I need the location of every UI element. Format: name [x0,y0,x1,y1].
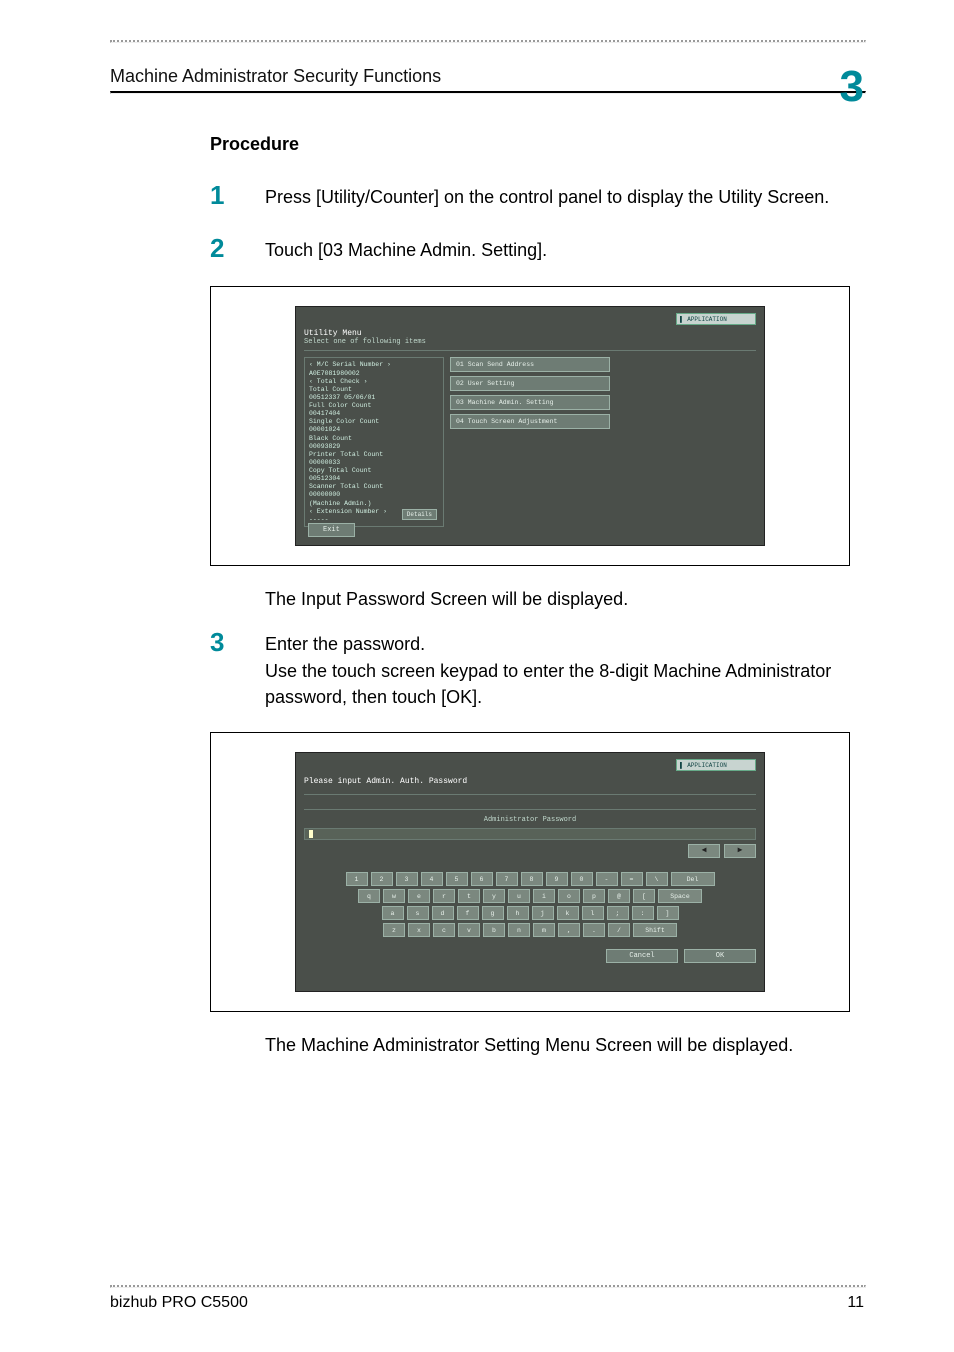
caption-after-step-3: The Machine Administrator Setting Menu S… [265,1032,864,1058]
key-][interactable]: ] [657,906,679,920]
key-s[interactable]: s [407,906,429,920]
key-c[interactable]: c [433,923,455,937]
step-1: 1 Press [Utility/Counter] on the control… [210,180,864,211]
key-j[interactable]: j [532,906,554,920]
key-f[interactable]: f [457,906,479,920]
lcd-subtitle: Select one of following items [304,338,756,351]
password-input[interactable] [304,828,756,840]
key-i[interactable]: i [533,889,555,903]
key-k[interactable]: k [557,906,579,920]
key-b[interactable]: b [483,923,505,937]
footer-product: bizhub PRO C5500 [110,1294,248,1312]
key-0[interactable]: 0 [571,872,593,886]
key-r[interactable]: r [433,889,455,903]
key-:[interactable]: : [632,906,654,920]
key-=[interactable]: = [621,872,643,886]
step-3: 3 Enter the password. Use the touch scre… [210,627,864,709]
step-text: Enter the password. Use the touch screen… [265,627,864,709]
key-z[interactable]: z [383,923,405,937]
section-title: Procedure [210,134,864,155]
key-1[interactable]: 1 [346,872,368,886]
key-7[interactable]: 7 [496,872,518,886]
menu-machine-admin-setting[interactable]: 03 Machine Admin. Setting [450,395,610,410]
key-del[interactable]: Del [671,872,715,886]
step-text: Touch [03 Machine Admin. Setting]. [265,233,547,263]
onscreen-keyboard: 1234567890-=\Del qwertyuiop@[Space asdfg… [304,872,756,937]
key-y[interactable]: y [483,889,505,903]
key-q[interactable]: q [358,889,380,903]
key-,[interactable]: , [558,923,580,937]
key-.[interactable]: . [583,923,605,937]
key-u[interactable]: u [508,889,530,903]
password-field-label: Administrator Password [304,816,756,828]
key-x[interactable]: x [408,923,430,937]
ok-button[interactable]: OK [684,949,756,963]
lcd-screen: ▌ APPLICATION Please input Admin. Auth. … [295,752,765,992]
key-3[interactable]: 3 [396,872,418,886]
footer-page-number: 11 [847,1294,864,1312]
step-number: 2 [210,233,265,264]
application-tab[interactable]: ▌ APPLICATION [676,759,756,771]
key-t[interactable]: t [458,889,480,903]
key-space[interactable]: Space [658,889,702,903]
key-;[interactable]: ; [607,906,629,920]
password-title: Please input Admin. Auth. Password [304,775,756,795]
key-shift[interactable]: Shift [633,923,677,937]
exit-button[interactable]: Exit [308,523,355,537]
key--[interactable]: - [596,872,618,886]
key-5[interactable]: 5 [446,872,468,886]
key-9[interactable]: 9 [546,872,568,886]
cancel-button[interactable]: Cancel [606,949,678,963]
key-\[interactable]: \ [646,872,668,886]
lcd-title: Utility Menu [304,329,756,338]
key-m[interactable]: m [533,923,555,937]
key-o[interactable]: o [558,889,580,903]
machine-info-sidebar: ‹ M/C Serial Number › A0E7081980002 ‹ To… [304,357,444,527]
key-p[interactable]: p [583,889,605,903]
key-4[interactable]: 4 [421,872,443,886]
caret-right-button[interactable]: ▶ [724,844,756,858]
menu-user-setting[interactable]: 02 User Setting [450,376,610,391]
step-number: 1 [210,180,265,211]
menu-scan-send-address[interactable]: 01 Scan Send Address [450,357,610,372]
key-a[interactable]: a [382,906,404,920]
key-[[interactable]: [ [633,889,655,903]
menu-touch-screen-adjustment[interactable]: 04 Touch Screen Adjustment [450,414,610,429]
application-tab[interactable]: ▌ APPLICATION [676,313,756,325]
key-h[interactable]: h [507,906,529,920]
key-l[interactable]: l [582,906,604,920]
screenshot-password-screen: ▌ APPLICATION Please input Admin. Auth. … [210,732,850,1012]
lcd-screen: ▌ APPLICATION Utility Menu Select one of… [295,306,765,546]
key-w[interactable]: w [383,889,405,903]
details-button[interactable]: Details [402,509,437,521]
running-header: Machine Administrator Security Functions [110,66,441,87]
chapter-number: 3 [840,65,864,109]
key-e[interactable]: e [408,889,430,903]
key-8[interactable]: 8 [521,872,543,886]
key-6[interactable]: 6 [471,872,493,886]
key-n[interactable]: n [508,923,530,937]
caption-after-step-2: The Input Password Screen will be displa… [265,586,864,612]
key-2[interactable]: 2 [371,872,393,886]
key-g[interactable]: g [482,906,504,920]
key-v[interactable]: v [458,923,480,937]
key-/[interactable]: / [608,923,630,937]
step-text: Press [Utility/Counter] on the control p… [265,180,829,210]
screenshot-utility-menu: ▌ APPLICATION Utility Menu Select one of… [210,286,850,566]
step-number: 3 [210,627,265,658]
key-d[interactable]: d [432,906,454,920]
caret-left-button[interactable]: ◀ [688,844,720,858]
key-@[interactable]: @ [608,889,630,903]
step-2: 2 Touch [03 Machine Admin. Setting]. [210,233,864,264]
